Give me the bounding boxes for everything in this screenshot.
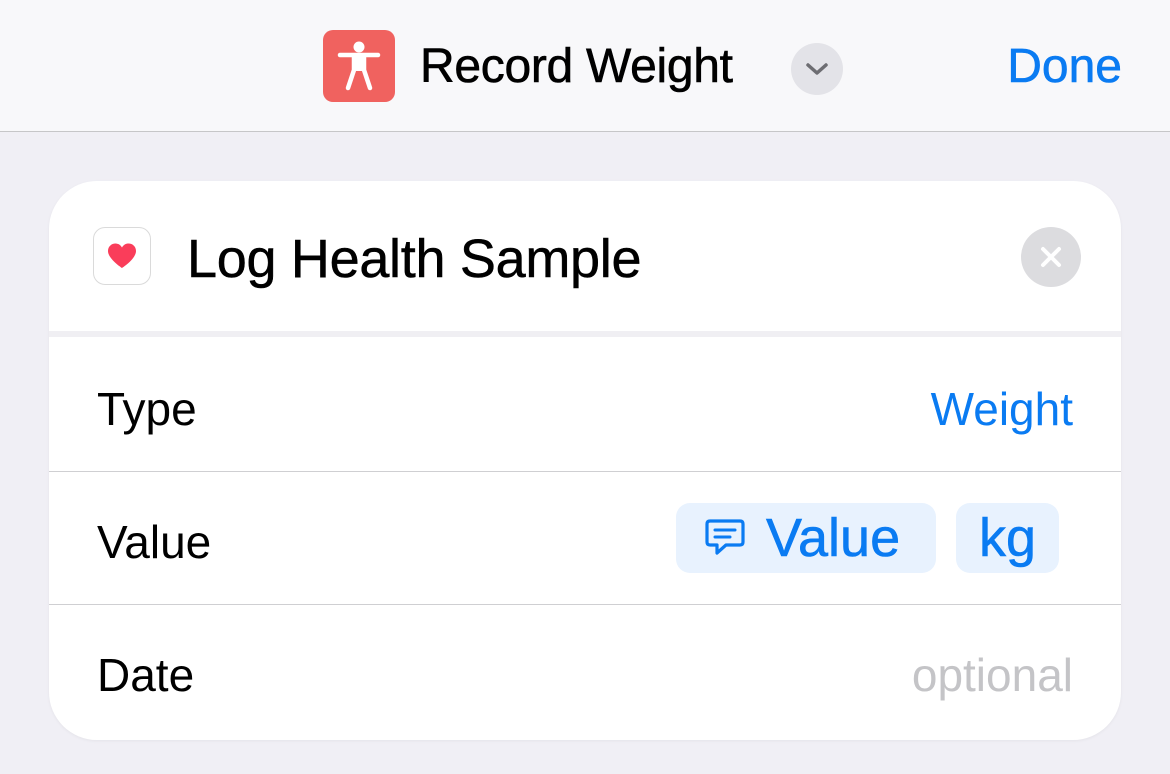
- parameter-label: Type: [97, 383, 197, 435]
- message-bubble-icon: [704, 518, 746, 558]
- value-variable-token[interactable]: Value: [676, 503, 936, 573]
- navigation-bar: Record Weight Done: [0, 0, 1170, 132]
- parameter-row-value[interactable]: Value Value kg: [49, 472, 1121, 605]
- health-app-icon: [93, 227, 151, 285]
- date-placeholder[interactable]: optional: [912, 647, 1073, 703]
- parameter-row-type[interactable]: Type Weight: [49, 339, 1121, 472]
- shortcut-app-icon[interactable]: [323, 30, 395, 102]
- type-value[interactable]: Weight: [931, 381, 1073, 437]
- title-menu-button[interactable]: [791, 43, 843, 95]
- action-card: Log Health Sample Type Weight Value Valu…: [49, 181, 1121, 740]
- value-token-label: Value: [766, 508, 901, 569]
- action-header: Log Health Sample: [49, 181, 1121, 331]
- remove-action-button[interactable]: [1021, 227, 1081, 287]
- shortcut-title[interactable]: Record Weight: [420, 38, 734, 96]
- header-divider: [49, 331, 1121, 337]
- parameter-row-date[interactable]: Date optional: [49, 605, 1121, 738]
- done-button[interactable]: Done: [1007, 38, 1122, 96]
- chevron-down-icon: [806, 63, 828, 75]
- parameter-label: Value: [97, 516, 212, 568]
- health-heart-icon: [108, 243, 136, 268]
- close-icon: [1041, 247, 1061, 267]
- action-title: Log Health Sample: [187, 229, 642, 290]
- unit-token[interactable]: kg: [956, 503, 1059, 573]
- accessibility-figure-icon: [337, 41, 381, 91]
- parameter-label: Date: [97, 649, 195, 701]
